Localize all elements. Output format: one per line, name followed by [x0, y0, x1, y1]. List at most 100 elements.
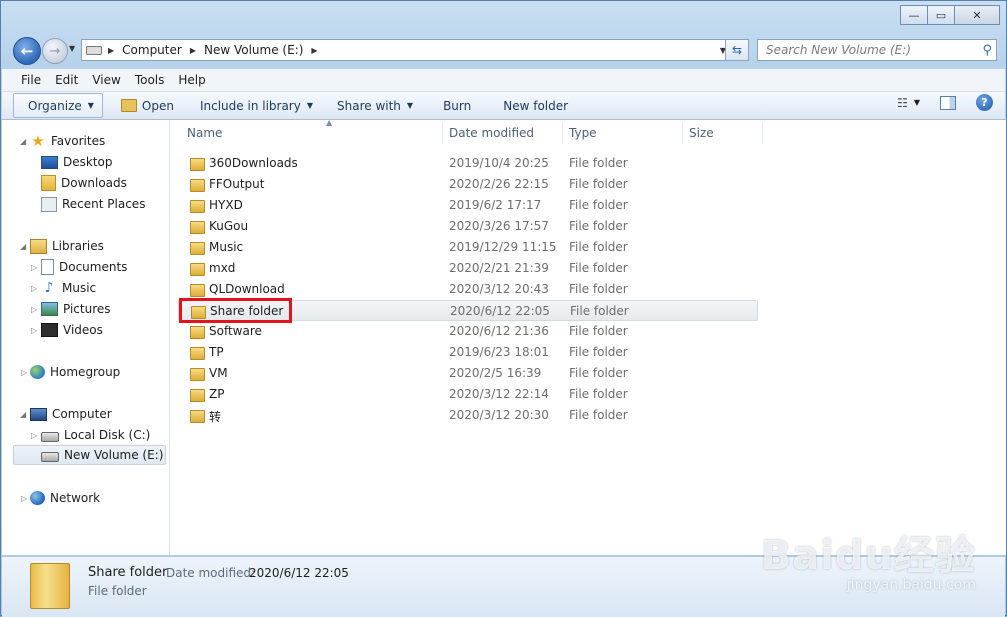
- command-bar: Organize ▼ Open Include in library ▼ Sha…: [2, 92, 1005, 120]
- table-row[interactable]: 360Downloads 2019/10/4 20:25 File folder: [178, 153, 758, 174]
- menu-file[interactable]: File: [2, 73, 48, 87]
- open-button[interactable]: Open: [111, 94, 184, 117]
- expand-arrow-icon[interactable]: ▷: [31, 326, 37, 335]
- breadcrumb-new-volume[interactable]: New Volume (E:): [204, 43, 303, 57]
- view-options-icon[interactable]: ☷: [897, 96, 908, 110]
- table-row[interactable]: HYXD 2019/6/2 17:17 File folder: [178, 195, 758, 216]
- breadcrumb-arrow-icon[interactable]: ▶: [190, 46, 196, 55]
- nav-network[interactable]: Network: [30, 488, 100, 508]
- refresh-button[interactable]: ⇆: [725, 39, 749, 61]
- nav-pictures[interactable]: Pictures: [41, 299, 111, 319]
- nav-local-disk-c[interactable]: Local Disk (C:): [41, 425, 150, 445]
- column-divider[interactable]: [762, 122, 763, 144]
- column-divider[interactable]: [442, 122, 443, 144]
- nav-new-volume-e[interactable]: New Volume (E:): [13, 445, 166, 465]
- expand-arrow-icon[interactable]: ▷: [21, 494, 27, 503]
- table-row[interactable]: Music 2019/12/29 11:15 File folder: [178, 237, 758, 258]
- chevron-down-icon[interactable]: ▼: [914, 98, 920, 107]
- organize-button[interactable]: Organize ▼: [13, 93, 103, 118]
- nav-desktop-label: Desktop: [63, 155, 113, 169]
- nav-computer[interactable]: Computer: [30, 404, 112, 424]
- collapse-arrow-icon[interactable]: ◢: [20, 242, 26, 251]
- new-folder-button[interactable]: New folder: [493, 94, 578, 117]
- folder-icon: [190, 242, 205, 255]
- breadcrumb-computer[interactable]: Computer: [122, 43, 182, 57]
- menu-tools[interactable]: Tools: [128, 73, 172, 87]
- column-divider[interactable]: [562, 122, 563, 144]
- expand-arrow-icon[interactable]: ▷: [31, 263, 37, 272]
- expand-arrow-icon[interactable]: ▷: [31, 431, 37, 440]
- file-name: Music: [209, 240, 244, 254]
- nav-homegroup[interactable]: Homegroup: [30, 362, 120, 382]
- file-name: ZP: [209, 387, 225, 401]
- breadcrumb-arrow-icon[interactable]: ▶: [311, 46, 317, 55]
- menu-help[interactable]: Help: [171, 73, 212, 87]
- back-button[interactable]: ←: [13, 37, 41, 65]
- forward-button[interactable]: →: [42, 38, 68, 64]
- search-input[interactable]: [764, 42, 968, 58]
- maximize-button[interactable]: ▭: [927, 5, 955, 25]
- share-with-button[interactable]: Share with ▼: [327, 94, 423, 117]
- nav-downloads-label: Downloads: [61, 176, 127, 190]
- address-bar[interactable]: ▶ Computer ▶ New Volume (E:) ▶ ▼: [81, 39, 731, 61]
- include-in-library-button[interactable]: Include in library ▼: [190, 94, 323, 117]
- folder-icon: [190, 158, 205, 171]
- file-type: File folder: [569, 282, 628, 296]
- nav-desktop[interactable]: Desktop: [41, 152, 113, 172]
- table-row[interactable]: FFOutput 2020/2/26 22:15 File folder: [178, 174, 758, 195]
- search-icon[interactable]: ⚲: [982, 43, 992, 58]
- nav-favorites[interactable]: ★ Favorites: [30, 131, 105, 151]
- file-type: File folder: [569, 324, 628, 338]
- table-row[interactable]: 转 2020/3/12 20:30 File folder: [178, 405, 758, 426]
- table-row[interactable]: mxd 2020/2/21 21:39 File folder: [178, 258, 758, 279]
- watermark-main: Baidu经验: [760, 533, 976, 579]
- nav-recent-places[interactable]: Recent Places: [41, 194, 145, 214]
- file-date: 2020/3/12 22:14: [449, 387, 549, 401]
- music-note-icon: ♪: [44, 280, 54, 296]
- view-controls: ☷ ▼ ?: [897, 94, 993, 111]
- column-header-size[interactable]: Size: [689, 120, 759, 146]
- menu-bar: File Edit View Tools Help: [2, 69, 1005, 92]
- nav-downloads[interactable]: Downloads: [41, 173, 127, 193]
- column-divider[interactable]: [682, 122, 683, 144]
- column-header-date-modified[interactable]: Date modified: [449, 120, 559, 146]
- collapse-arrow-icon[interactable]: ◢: [20, 137, 26, 146]
- file-type: File folder: [569, 261, 628, 275]
- nav-libraries[interactable]: Libraries: [30, 236, 104, 256]
- computer-icon: [30, 407, 47, 421]
- table-row[interactable]: ZP 2020/3/12 22:14 File folder: [178, 384, 758, 405]
- column-header-name[interactable]: Name ▲: [187, 118, 442, 146]
- collapse-arrow-icon[interactable]: ◢: [20, 410, 26, 419]
- table-row[interactable]: Software 2020/6/12 21:36 File folder: [178, 321, 758, 342]
- menu-view[interactable]: View: [85, 73, 127, 87]
- breadcrumb-arrow-icon[interactable]: ▶: [108, 46, 114, 55]
- recent-pages-dropdown-icon[interactable]: ▼: [69, 44, 75, 53]
- star-icon: ★: [31, 132, 45, 150]
- file-name: TP: [209, 345, 224, 359]
- file-date: 2020/2/5 16:39: [449, 366, 542, 380]
- nav-documents[interactable]: Documents: [41, 257, 127, 277]
- expand-arrow-icon[interactable]: ▷: [21, 368, 27, 377]
- nav-videos[interactable]: Videos: [41, 320, 103, 340]
- file-type: File folder: [569, 177, 628, 191]
- expand-arrow-icon[interactable]: ▷: [31, 305, 37, 314]
- close-button[interactable]: ✕: [954, 5, 1000, 25]
- table-row[interactable]: TP 2019/6/23 18:01 File folder: [178, 342, 758, 363]
- table-row[interactable]: KuGou 2020/3/26 17:57 File folder: [178, 216, 758, 237]
- expand-arrow-icon[interactable]: ▷: [31, 284, 37, 293]
- table-row[interactable]: QLDownload 2020/3/12 20:43 File folder: [178, 279, 758, 300]
- search-box[interactable]: ⚲: [757, 39, 997, 61]
- minimize-button[interactable]: —: [900, 5, 928, 25]
- file-type: File folder: [569, 345, 628, 359]
- burn-button[interactable]: Burn: [433, 94, 481, 117]
- details-date-value: 2020/6/12 22:05: [249, 566, 349, 580]
- nav-favorites-label: Favorites: [51, 134, 106, 148]
- menu-edit[interactable]: Edit: [48, 73, 85, 87]
- preview-pane-icon[interactable]: [940, 95, 956, 110]
- column-header-type[interactable]: Type: [569, 120, 679, 146]
- folder-icon: [190, 284, 205, 297]
- file-name: QLDownload: [209, 282, 285, 296]
- nav-music[interactable]: ♪ Music: [41, 278, 97, 298]
- table-row[interactable]: VM 2020/2/5 16:39 File folder: [178, 363, 758, 384]
- help-icon[interactable]: ?: [976, 94, 993, 111]
